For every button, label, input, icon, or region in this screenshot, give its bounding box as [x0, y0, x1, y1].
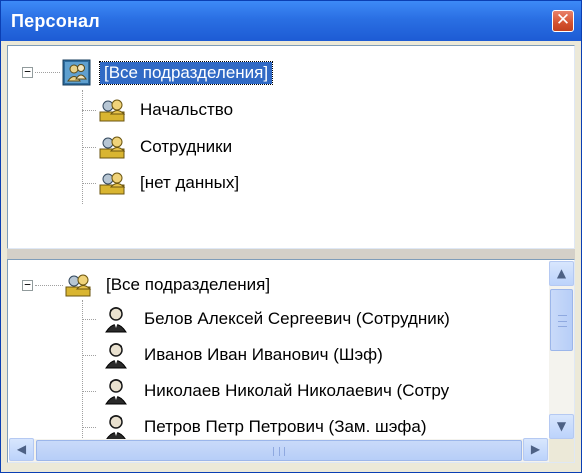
tree-connector: [82, 183, 96, 184]
personnel-window: Персонал ✕ − [Все подразделения] Начальс…: [0, 0, 582, 473]
person-icon: [102, 341, 132, 369]
tree-connector: [82, 427, 96, 428]
user-group-icon: [64, 271, 94, 299]
scroll-down-button[interactable]: ▼: [549, 414, 574, 439]
tree-connector: [82, 355, 96, 356]
scroll-up-button[interactable]: ▲: [549, 261, 574, 286]
user-group-icon: [98, 169, 128, 197]
scroll-right-button[interactable]: ▶: [523, 438, 548, 461]
departments-tree-pane[interactable]: − [Все подразделения] Начальство Сотрудн…: [7, 45, 575, 249]
tree-connector: [35, 72, 60, 73]
tree-connector: [82, 147, 96, 148]
tree-connector: [35, 285, 63, 286]
resize-grip[interactable]: [549, 439, 574, 462]
collapse-expander[interactable]: −: [22, 66, 33, 78]
pane-splitter[interactable]: [7, 249, 575, 259]
departments-root-icon: [62, 59, 92, 87]
tree-node-label: Начальство: [140, 100, 234, 119]
tree-node-employees[interactable]: Сотрудники: [98, 129, 236, 165]
tree-node-label: [Все подразделения]: [98, 61, 274, 85]
tree-node-label: [нет данных]: [140, 173, 240, 192]
person-icon: [102, 413, 132, 441]
tree-node-label: Сотрудники: [140, 137, 233, 156]
close-button[interactable]: ✕: [552, 10, 574, 32]
person-icon: [102, 305, 132, 333]
user-group-icon: [98, 133, 128, 161]
person-icon: [102, 377, 132, 405]
vertical-scroll-thumb[interactable]: [550, 289, 573, 351]
employee-name: Петров Петр Петрович (Зам. шэфа): [144, 417, 427, 436]
user-group-icon: [98, 96, 128, 124]
tree-node-all-departments[interactable]: [Все подразделения]: [62, 55, 274, 91]
scroll-left-button[interactable]: ◀: [9, 438, 34, 461]
employee-item[interactable]: Иванов Иван Иванович (Шэф): [102, 337, 387, 373]
employee-name: Белов Алексей Сергеевич (Сотрудник): [144, 309, 450, 328]
horizontal-scroll-thumb[interactable]: [36, 440, 522, 461]
employee-name: Николаев Николай Николаевич (Сотру: [144, 381, 450, 400]
tree-node-management[interactable]: Начальство: [98, 92, 237, 128]
window-title: Персонал: [11, 10, 100, 31]
employee-item[interactable]: Николаев Николай Николаевич (Сотру: [102, 373, 453, 409]
vertical-scrollbar[interactable]: ▲ ▼: [549, 261, 574, 439]
collapse-expander[interactable]: −: [22, 279, 33, 291]
tree-connector: [82, 391, 96, 392]
title-bar[interactable]: Персонал ✕: [1, 1, 581, 41]
grip-icon: [273, 447, 285, 456]
employee-item[interactable]: Белов Алексей Сергеевич (Сотрудник): [102, 301, 454, 337]
tree-connector: [82, 110, 96, 111]
tree-node-all-departments[interactable]: [Все подразделения]: [64, 267, 274, 303]
tree-connector: [82, 319, 96, 320]
employee-name: Иванов Иван Иванович (Шэф): [144, 345, 383, 364]
tree-node-no-data[interactable]: [нет данных]: [98, 165, 243, 201]
grip-icon: [558, 315, 567, 327]
horizontal-scrollbar[interactable]: ◀ ▶: [9, 438, 549, 462]
tree-node-label: [Все подразделения]: [106, 275, 271, 294]
employees-tree-pane[interactable]: − [Все подразделения] Белов Алексей Серг…: [7, 259, 575, 463]
